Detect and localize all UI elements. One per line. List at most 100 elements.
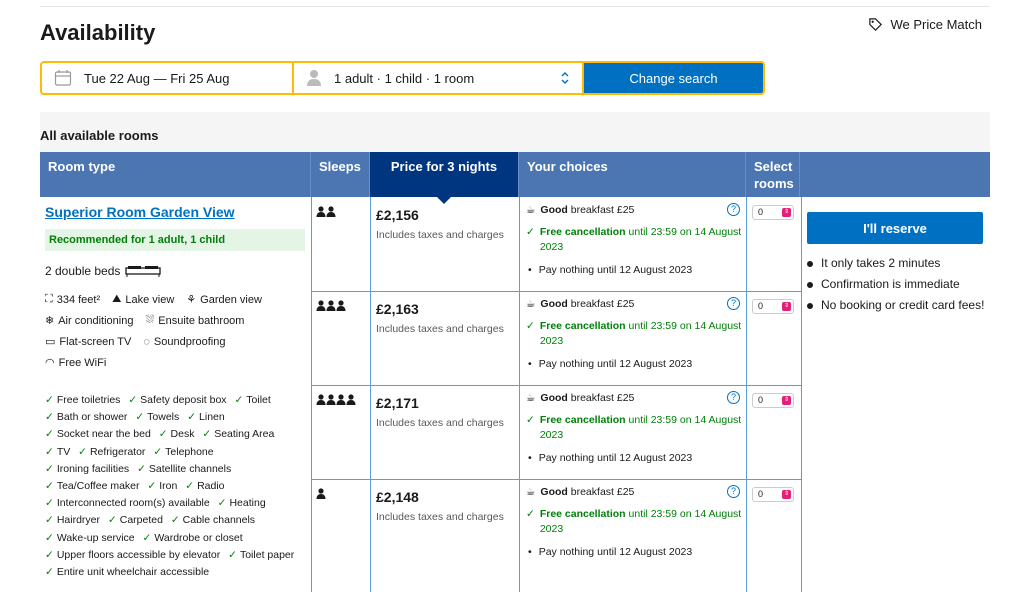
recommended-badge: Recommended for 1 adult, 1 child — [45, 229, 305, 251]
column-select-rooms: Select rooms — [746, 152, 800, 197]
amenity-item: Entire unit wheelchair accessible — [45, 566, 209, 578]
amenity-item: Wardrobe or closet — [143, 532, 243, 544]
select-arrow-icon: ⇕ — [782, 208, 791, 217]
select-arrow-icon: ⇕ — [782, 302, 791, 311]
amenity-item: Desk — [159, 428, 195, 440]
amenity-item: Bath or shower — [45, 411, 127, 423]
sleeps-people-icon — [316, 394, 356, 408]
choices-cell: ☕ Good breakfast £25? ✓ Free cancellation u… — [526, 297, 742, 370]
bullet-icon: • — [528, 546, 532, 558]
price-cell: £2,163 Includes taxes and charges — [376, 301, 504, 335]
amenity-item: Cable channels — [171, 514, 255, 526]
room-quantity-select[interactable]: 0 ⇕ — [752, 487, 794, 502]
help-icon[interactable]: ? — [727, 203, 740, 216]
room-quantity-select[interactable]: 0 ⇕ — [752, 299, 794, 314]
grid-line — [519, 197, 520, 592]
soundproof-icon: ◌ — [143, 335, 150, 348]
facility-item: ◌ Soundproofing — [143, 335, 226, 348]
check-icon: ✓ — [526, 414, 535, 426]
price-cell: £2,171 Includes taxes and charges — [376, 395, 504, 429]
price-tax-note: Includes taxes and charges — [376, 511, 504, 523]
reserve-info: It only takes 2 minutes Confirmation is … — [807, 254, 987, 317]
table-header: Room type Sleeps Price for 3 nights Your… — [40, 152, 990, 204]
room-quantity-select[interactable]: 0 ⇕ — [752, 205, 794, 220]
facility-list: ⛶ 334 feet² ⛰ Lake view ⚘ Garden view ❄ Air … — [45, 292, 307, 376]
amenity-item: Interconnected room(s) available — [45, 497, 210, 509]
amenity-item: Radio — [185, 480, 224, 492]
check-icon: ✓ — [526, 320, 535, 332]
bullet-icon: • — [528, 452, 532, 464]
choices-cell: ☕ Good breakfast £25? ✓ Free cancellation u… — [526, 203, 742, 276]
price-match-link[interactable]: We Price Match — [868, 17, 982, 32]
amenity-item: Seating Area — [202, 428, 274, 440]
facility-item: ◠ Free WiFi — [45, 356, 107, 370]
amenity-item: Socket near the bed — [45, 428, 151, 440]
amenity-item: TV — [45, 446, 70, 458]
select-arrow-icon: ⇕ — [782, 490, 791, 499]
beds-label: 2 double beds — [45, 264, 121, 278]
chevron-updown-icon — [561, 72, 569, 84]
top-divider — [40, 6, 990, 7]
help-icon[interactable]: ? — [727, 391, 740, 404]
amenity-item: Telephone — [153, 446, 213, 458]
change-search-button[interactable]: Change search — [584, 63, 763, 93]
search-bar: Tue 22 Aug — Fri 25 Aug 1 adult · 1 chil… — [40, 61, 765, 95]
grid-line — [311, 197, 312, 592]
section-title: All available rooms — [40, 128, 159, 143]
room-name-link[interactable]: Superior Room Garden View — [45, 204, 235, 220]
amenity-item: Towels — [135, 411, 179, 423]
facility-item: ⛆ Ensuite bathroom — [145, 314, 245, 327]
room-quantity-select[interactable]: 0 ⇕ — [752, 393, 794, 408]
column-choices: Your choices — [519, 152, 746, 197]
bullet-icon: • — [528, 358, 532, 370]
facility-item: ⛰ Lake view — [112, 293, 175, 306]
amenity-item: Carpeted — [108, 514, 163, 526]
reserve-button[interactable]: I'll reserve — [807, 212, 983, 244]
price-tax-note: Includes taxes and charges — [376, 229, 504, 241]
amenity-item: Safety deposit box — [128, 394, 226, 406]
help-icon[interactable]: ? — [727, 485, 740, 498]
row-divider — [311, 291, 801, 292]
price-tax-note: Includes taxes and charges — [376, 417, 504, 429]
coffee-icon: ☕ — [526, 298, 536, 310]
info-bullet: It only takes 2 minutes — [807, 254, 987, 273]
guests-selector[interactable]: 1 adult · 1 child · 1 room — [294, 63, 584, 93]
amenity-item: Refrigerator — [78, 446, 145, 458]
room-size-icon: ⛶ — [45, 293, 53, 305]
section-header-bg — [40, 112, 990, 152]
amenity-item: Iron — [147, 480, 177, 492]
tag-icon — [869, 18, 883, 31]
row-divider — [311, 479, 801, 480]
price-cell: £2,148 Includes taxes and charges — [376, 489, 504, 523]
choices-cell: ☕ Good breakfast £25? ✓ Free cancellation u… — [526, 391, 742, 464]
snowflake-icon: ❄ — [45, 315, 55, 327]
person-icon — [307, 70, 321, 86]
date-picker[interactable]: Tue 22 Aug — Fri 25 Aug — [42, 63, 294, 93]
sleeps-people-icon — [316, 488, 326, 502]
facility-item: ⛶ 334 feet² — [45, 293, 101, 306]
grid-line — [801, 197, 802, 592]
price-match-label: We Price Match — [890, 17, 982, 32]
check-icon: ✓ — [526, 226, 535, 238]
coffee-icon: ☕ — [526, 486, 536, 498]
amenity-item: Toilet paper — [228, 549, 294, 561]
price-value: £2,148 — [376, 489, 419, 505]
date-range: Tue 22 Aug — Fri 25 Aug — [84, 70, 230, 86]
amenity-item: Free toiletries — [45, 394, 120, 406]
info-bullet: No booking or credit card fees! — [807, 296, 987, 315]
sleeps-people-icon — [316, 206, 336, 220]
amenity-item: Wake-up service — [45, 532, 135, 544]
price-cell: £2,156 Includes taxes and charges — [376, 207, 504, 241]
price-value: £2,156 — [376, 207, 419, 223]
amenity-item: Ironing facilities — [45, 463, 129, 475]
amenity-item: Satellite channels — [137, 463, 231, 475]
column-room-type: Room type — [40, 152, 311, 197]
choices-cell: ☕ Good breakfast £25? ✓ Free cancellation u… — [526, 485, 742, 558]
coffee-icon: ☕ — [526, 392, 536, 404]
amenity-list: Free toiletries Safety deposit box Toile… — [45, 392, 307, 581]
bath-icon: ⛆ — [145, 314, 155, 326]
price-value: £2,163 — [376, 301, 419, 317]
grid-line — [746, 197, 747, 592]
help-icon[interactable]: ? — [727, 297, 740, 310]
facility-item: ❄ Air conditioning — [45, 314, 134, 328]
